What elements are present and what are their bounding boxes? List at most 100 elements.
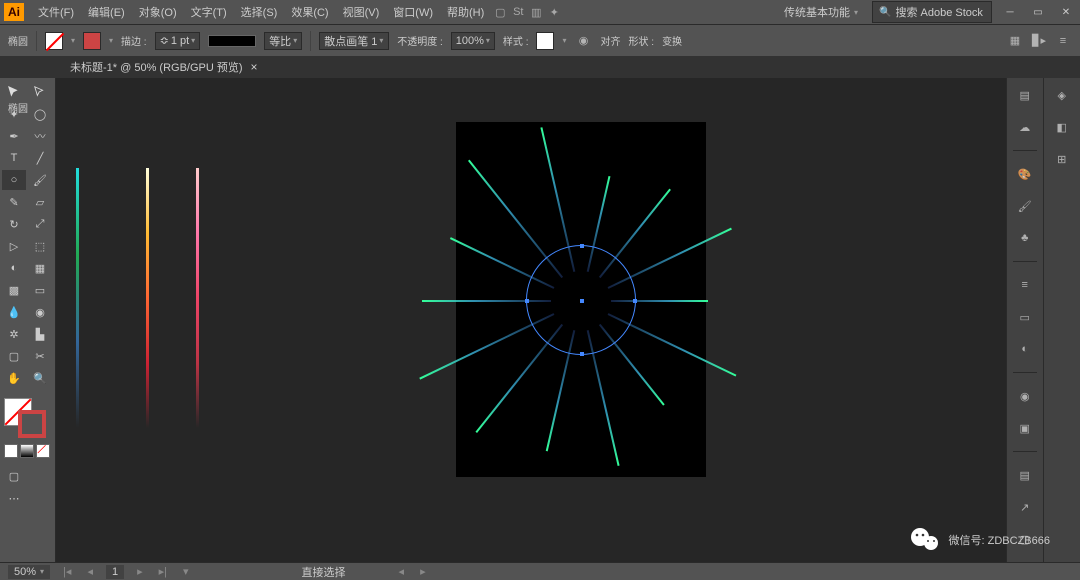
edit-toolbar[interactable]: ⋯ <box>2 488 26 508</box>
gradient-sample-3[interactable] <box>196 168 199 428</box>
menu-edit[interactable]: 编辑(E) <box>82 1 131 23</box>
gradient-sample-2[interactable] <box>146 168 149 428</box>
transparency-panel-icon[interactable]: ◐ <box>1014 338 1036 360</box>
menu-object[interactable]: 对象(O) <box>133 1 183 23</box>
canvas[interactable] <box>56 78 1006 562</box>
search-input[interactable]: 🔍 搜索 Adobe Stock <box>872 1 992 23</box>
bridge-icon[interactable]: ▢ <box>492 4 508 20</box>
menu-view[interactable]: 视图(V) <box>337 1 386 23</box>
align-label[interactable]: 对齐 <box>601 33 621 48</box>
isolate-icon[interactable]: ▦ <box>1006 32 1024 50</box>
gpu-icon[interactable]: ✦ <box>546 4 562 20</box>
symbols-panel-icon[interactable]: ♣ <box>1014 227 1036 249</box>
close-button[interactable]: ✕ <box>1056 5 1076 19</box>
graphic-styles-panel-icon[interactable]: ▣ <box>1014 417 1036 439</box>
menu-file[interactable]: 文件(F) <box>32 1 80 23</box>
magic-wand-tool[interactable]: ✦ <box>2 104 26 124</box>
symbol-sprayer-tool[interactable]: ✲ <box>2 324 26 344</box>
nav-menu[interactable]: ▾ <box>180 565 192 578</box>
document-tab[interactable]: 未标题-1* @ 50% (RGB/GPU 预览) × <box>60 56 268 78</box>
stroke-ratio[interactable]: 等比▾ <box>264 32 302 50</box>
opacity-input[interactable]: 100%▾ <box>451 32 495 50</box>
nav-next[interactable]: ▸ <box>134 565 146 578</box>
arrange-icon[interactable]: ▥ <box>528 4 544 20</box>
eyedropper-tool[interactable]: 💧 <box>2 302 26 322</box>
maximize-button[interactable]: ▭ <box>1028 5 1048 19</box>
asset-export-panel-icon[interactable]: ↗ <box>1014 496 1036 518</box>
fill-swatch[interactable] <box>45 32 63 50</box>
stroke-swatch[interactable] <box>83 32 101 50</box>
artboard-tool[interactable]: ▢ <box>2 346 26 366</box>
free-transform-tool[interactable]: ⬚ <box>28 236 52 256</box>
artboard-number[interactable]: 1 <box>106 565 124 579</box>
menu-help[interactable]: 帮助(H) <box>441 1 490 23</box>
layers-panel-icon[interactable]: ▤ <box>1014 464 1036 486</box>
opacity-label: 不透明度 : <box>397 33 443 48</box>
zoom-level[interactable]: 50%▾ <box>8 565 50 579</box>
gradient-sample-1[interactable] <box>76 168 79 428</box>
close-tab-icon[interactable]: × <box>251 60 258 74</box>
menu-effect[interactable]: 效果(C) <box>285 1 334 23</box>
selection-circle[interactable] <box>526 245 636 355</box>
direct-selection-tool[interactable] <box>28 82 52 102</box>
ellipse-tool[interactable]: ○ <box>2 170 26 190</box>
properties-panel-icon[interactable]: ▤ <box>1014 84 1036 106</box>
pencil-tool[interactable]: ✎ <box>2 192 26 212</box>
menu-select[interactable]: 选择(S) <box>235 1 284 23</box>
brush-definition[interactable]: 散点画笔 1▾ <box>319 32 389 50</box>
gradient-panel-icon[interactable]: ▭ <box>1014 306 1036 328</box>
eraser-tool[interactable]: ▱ <box>28 192 52 212</box>
style-swatch[interactable] <box>536 32 554 50</box>
color-mode-none[interactable]: — <box>36 444 50 458</box>
lasso-tool[interactable]: ◯ <box>28 104 52 124</box>
menu-type[interactable]: 文字(T) <box>185 1 233 23</box>
nav-prev[interactable]: ◂ <box>84 565 96 578</box>
libraries-panel-icon[interactable]: ☁ <box>1014 116 1036 138</box>
shape-builder-tool[interactable]: ◐ <box>2 258 26 278</box>
stroke-profile[interactable] <box>208 35 256 47</box>
selection-tool[interactable] <box>2 82 26 102</box>
align-panel-icon[interactable]: ⊞ <box>1051 148 1073 170</box>
hand-tool[interactable]: ✋ <box>2 368 26 388</box>
rotate-tool[interactable]: ↻ <box>2 214 26 234</box>
mesh-tool[interactable]: ▩ <box>2 280 26 300</box>
workspace-switcher[interactable]: 传统基本功能▾ <box>778 2 864 22</box>
paintbrush-tool[interactable]: 🖌 <box>28 170 52 190</box>
stroke-color[interactable] <box>18 410 46 438</box>
perspective-tool[interactable]: ▦ <box>28 258 52 278</box>
more-icon[interactable]: ≡ <box>1054 32 1072 50</box>
pen-tool[interactable]: ✒ <box>2 126 26 146</box>
stock-icon[interactable]: St <box>510 4 526 20</box>
color-mode-gradient[interactable] <box>20 444 34 458</box>
width-tool[interactable]: ▷ <box>2 236 26 256</box>
gradient-tool[interactable]: ▭ <box>28 280 52 300</box>
type-tool[interactable]: T <box>2 148 26 168</box>
color-mode-fill[interactable] <box>4 444 18 458</box>
scroll-right[interactable]: ▸ <box>417 565 429 578</box>
color-guide-panel-icon[interactable]: ◧ <box>1051 116 1073 138</box>
stroke-panel-icon[interactable]: ≡ <box>1014 274 1036 296</box>
shape-btn-label[interactable]: 形状 : <box>629 33 655 48</box>
graph-tool[interactable]: ▙ <box>28 324 52 344</box>
color-panel-icon[interactable]: 🎨 <box>1014 163 1036 185</box>
scroll-left[interactable]: ◂ <box>396 565 408 578</box>
appearance-panel-icon[interactable]: ◉ <box>1014 385 1036 407</box>
recolor-icon[interactable]: ◉ <box>575 32 593 50</box>
zoom-tool[interactable]: 🔍 <box>28 368 52 388</box>
align-panel-icon[interactable]: ▊▸ <box>1030 32 1048 50</box>
scale-tool[interactable]: ⤢ <box>28 214 52 234</box>
stroke-weight-input[interactable]: ≎1 pt▾ <box>155 32 201 50</box>
minimize-button[interactable]: ─ <box>1000 5 1020 19</box>
menu-window[interactable]: 窗口(W) <box>387 1 439 23</box>
swatches-panel-icon[interactable]: ◈ <box>1051 84 1073 106</box>
transform-label[interactable]: 变换 <box>662 33 682 48</box>
slice-tool[interactable]: ✂ <box>28 346 52 366</box>
nav-last[interactable]: ▸| <box>156 565 170 578</box>
line-tool[interactable]: ╱ <box>28 148 52 168</box>
blend-tool[interactable]: ◉ <box>28 302 52 322</box>
color-picker[interactable] <box>2 398 48 438</box>
nav-first[interactable]: |◂ <box>60 565 74 578</box>
screen-mode[interactable]: ▢ <box>2 466 26 486</box>
curvature-tool[interactable]: 〰 <box>28 126 52 146</box>
brushes-panel-icon[interactable]: 🖌 <box>1014 195 1036 217</box>
